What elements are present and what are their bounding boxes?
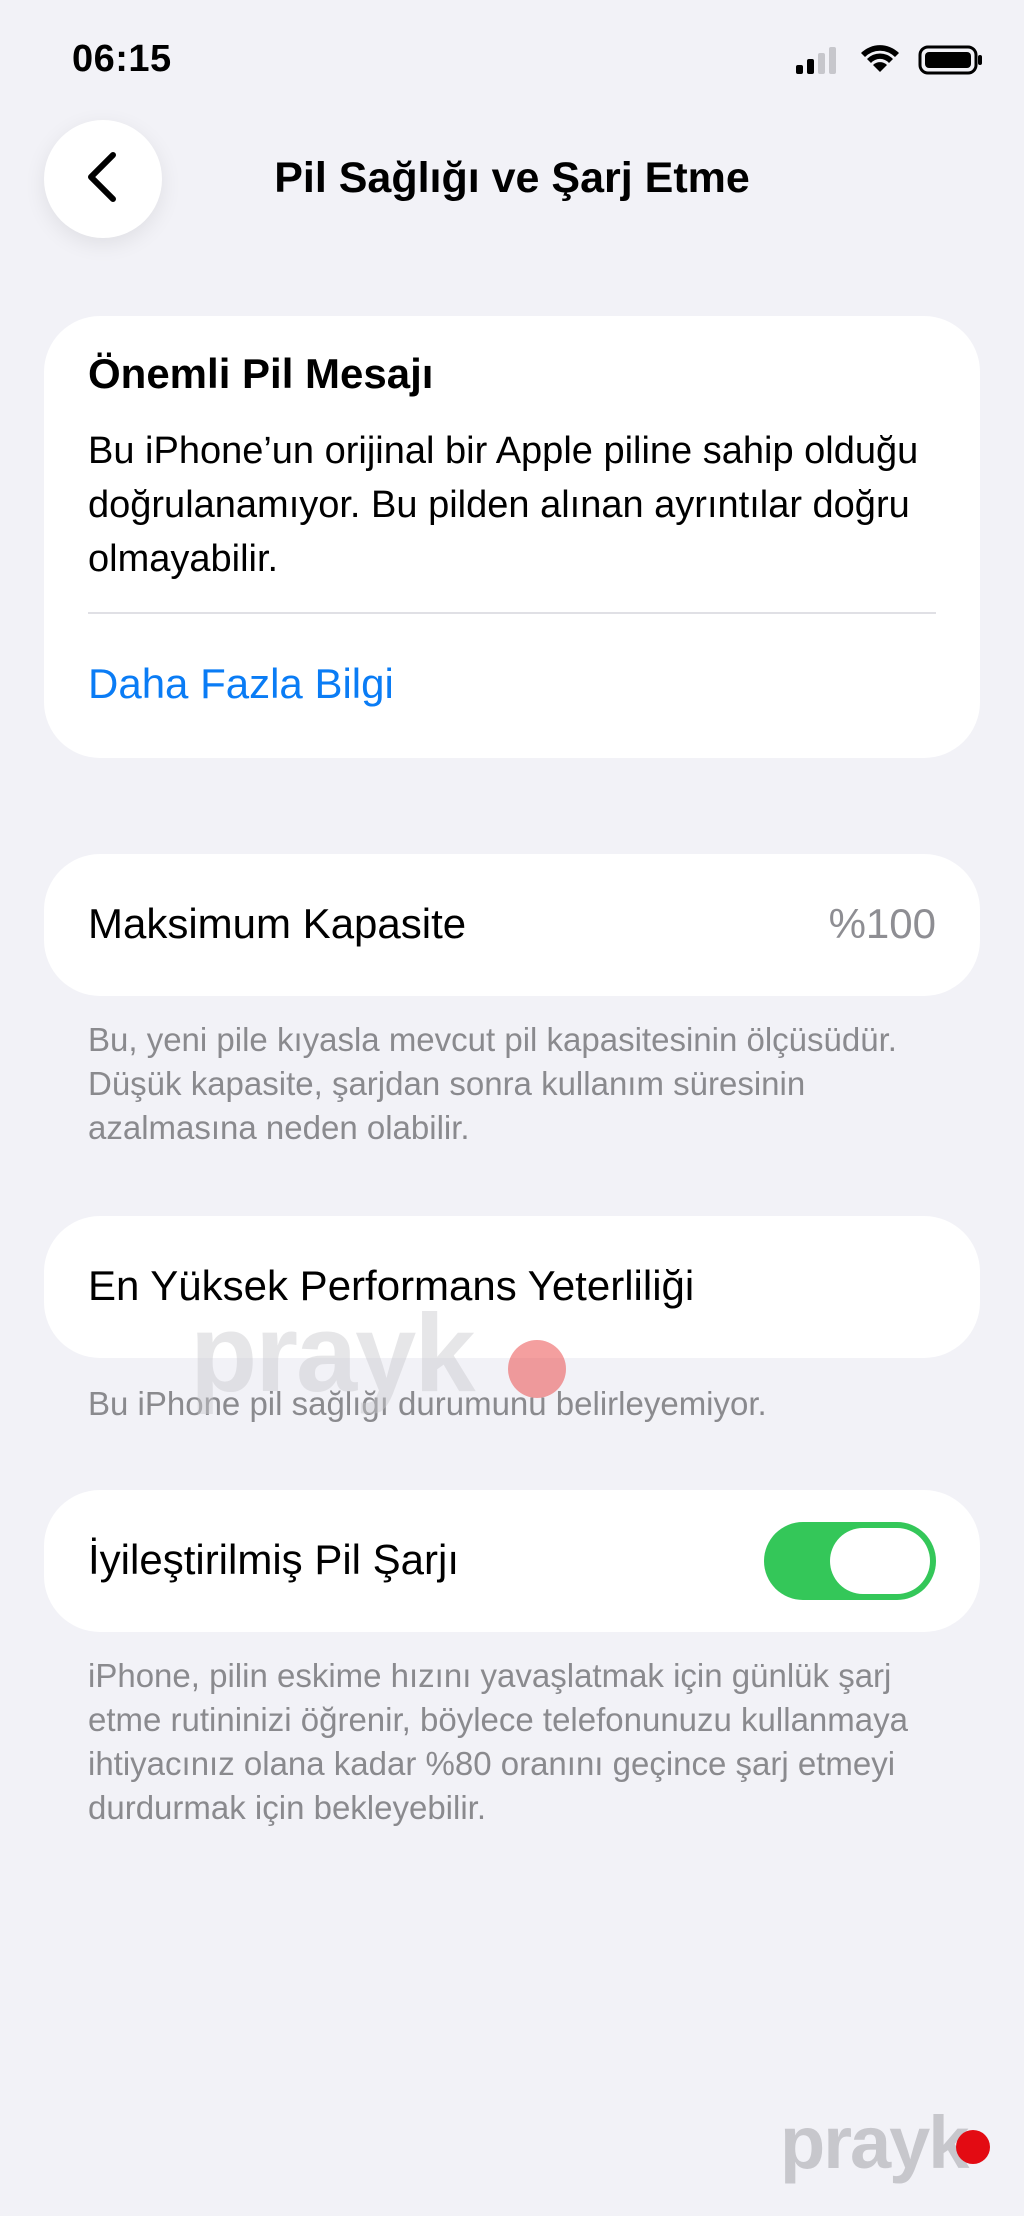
maximum-capacity-row: Maksimum Kapasite %100: [44, 854, 980, 996]
status-time: 06:15: [72, 38, 172, 80]
battery-icon: [918, 44, 984, 81]
maximum-capacity-label: Maksimum Kapasite: [88, 900, 467, 947]
wifi-icon: [860, 45, 900, 80]
watermark-center: prayk: [190, 1292, 476, 1415]
optimized-charging-row: İyileştirilmiş Pil Şarjı: [44, 1490, 980, 1632]
optimized-charging-toggle[interactable]: [764, 1522, 936, 1600]
watermark-corner-dot: [956, 2130, 990, 2164]
learn-more-link[interactable]: Daha Fazla Bilgi: [88, 660, 394, 708]
watermark-center-dot: [508, 1340, 566, 1398]
peak-performance-row: En Yüksek Performans Yeterliliği: [44, 1216, 980, 1358]
optimized-charging-footnote: iPhone, pilin eskime hızını yavaşlatmak …: [88, 1657, 908, 1826]
optimized-charging-label: İyileştirilmiş Pil Şarjı: [88, 1536, 460, 1583]
battery-message-title: Önemli Pil Mesajı: [88, 350, 434, 397]
cellular-signal-icon: [794, 45, 842, 80]
navigation-bar: Pil Sağlığı ve Şarj Etme: [0, 110, 1024, 260]
status-bar: 06:15: [0, 0, 1024, 110]
battery-message-body: Bu iPhone’un orijinal bir Apple piline s…: [88, 430, 919, 580]
status-icons: [794, 44, 984, 81]
battery-message-card: Önemli Pil Mesajı Bu iPhone’un orijinal …: [44, 316, 980, 758]
watermark-corner: prayk: [780, 2101, 969, 2184]
maximum-capacity-value: %100: [828, 900, 936, 947]
divider: [88, 612, 936, 614]
page-title: Pil Sağlığı ve Şarj Etme: [274, 154, 750, 202]
toggle-knob: [830, 1528, 930, 1594]
maximum-capacity-footnote: Bu, yeni pile kıyasla mevcut pil kapasit…: [88, 1021, 897, 1146]
